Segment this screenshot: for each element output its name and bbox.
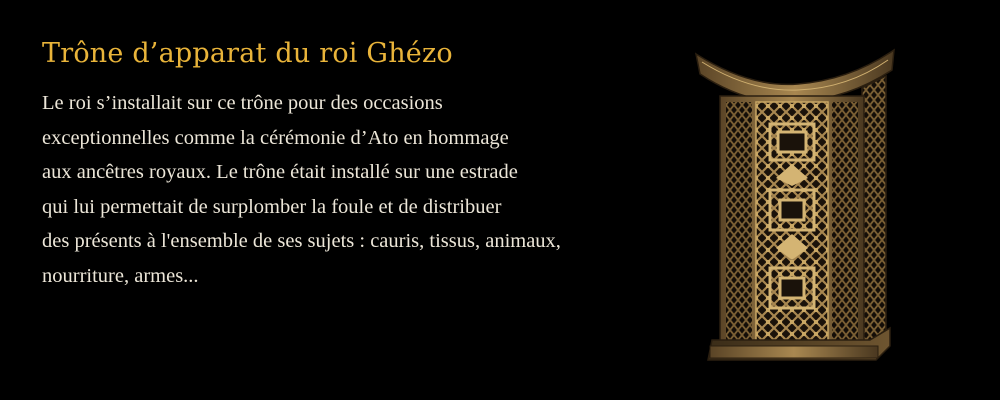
description-line: exceptionnelles comme la cérémonie d’Ato… — [42, 126, 509, 149]
page-title: Trône d’apparat du roi Ghézo — [42, 38, 453, 69]
throne-photo-icon — [690, 40, 900, 370]
description-line: qui lui permettait de surplomber la foul… — [42, 195, 502, 218]
slide: Trône d’apparat du roi Ghézo Le roi s’in… — [0, 0, 1000, 400]
description-line: des présents à l'ensemble de ses sujets … — [42, 230, 561, 253]
description-line: aux ancêtres royaux. Le trône était inst… — [42, 161, 518, 184]
description-paragraph: Le roi s’installait sur ce trône pour de… — [42, 86, 682, 294]
description-line: nourriture, armes... — [42, 264, 199, 287]
description-line: Le roi s’installait sur ce trône pour de… — [42, 92, 443, 114]
text-block: Trône d’apparat du roi Ghézo Le roi s’in… — [42, 34, 682, 294]
